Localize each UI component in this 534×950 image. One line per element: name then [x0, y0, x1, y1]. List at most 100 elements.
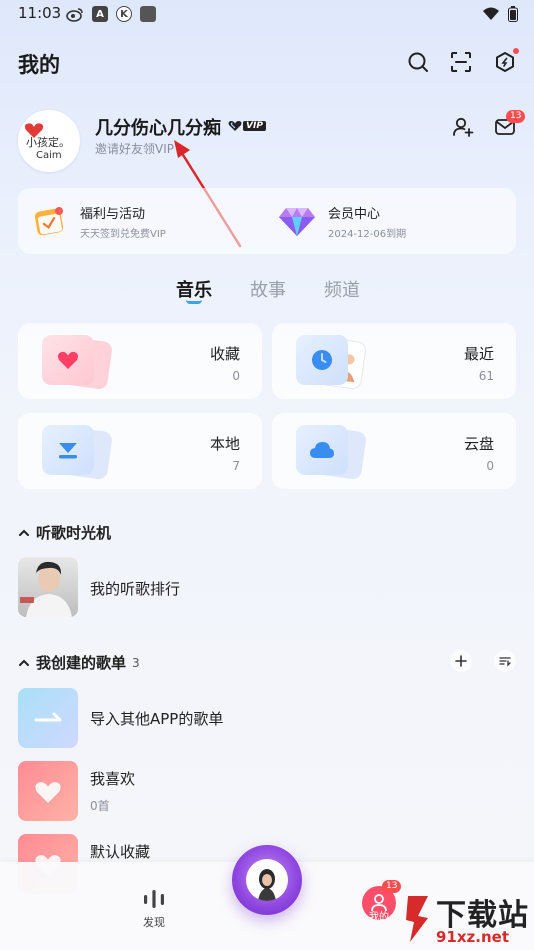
vip-expiry: 2024-12-06到期 [328, 228, 407, 240]
site-watermark: 下载站 91xz.net [400, 888, 534, 950]
cloud-card[interactable]: 云盘 0 [272, 413, 516, 489]
diamond-icon [279, 208, 315, 236]
watermark-url: 91xz.net [436, 928, 510, 946]
watermark-logo-icon [406, 896, 428, 942]
avatar-text-line1: 小孩定。 [26, 136, 70, 149]
local-label: 本地 [209, 435, 240, 453]
cloud-label: 云盘 [463, 435, 494, 453]
album-cover-icon [258, 869, 276, 901]
nav-discover[interactable]: 发现 [142, 888, 166, 930]
settings-red-dot [513, 48, 519, 54]
favorites-card[interactable]: 收藏 0 [18, 323, 262, 399]
favorites-label: 收藏 [209, 345, 240, 363]
tile-front [296, 425, 348, 475]
import-playlist-title[interactable]: 导入其他APP的歌单 [90, 708, 223, 729]
vip-center-title: 会员中心 [328, 206, 381, 222]
chevron-up-icon [19, 659, 29, 666]
weibo-icon [66, 8, 83, 22]
my-playlists-count: 3 [132, 655, 140, 670]
listening-rank-thumbnail[interactable] [18, 557, 78, 617]
clock-icon [312, 350, 332, 370]
search-icon [408, 52, 428, 72]
import-arrow-icon [34, 712, 62, 722]
nav-mine[interactable]: 我的 13 [362, 880, 402, 923]
heart-icon [57, 351, 79, 369]
favorites-count: 0 [232, 369, 240, 383]
scan-button[interactable] [449, 50, 473, 74]
cloud-icon-stack [296, 425, 368, 481]
username[interactable]: 几分伤心几分痴 [95, 114, 221, 140]
liked-playlist-thumbnail[interactable] [18, 761, 78, 821]
tab-stories[interactable]: 故事 [250, 276, 286, 302]
status-time: 11:03 [18, 4, 62, 22]
local-icon-stack [42, 425, 114, 481]
favorites-icon-stack [42, 335, 114, 391]
recent-icon-stack [296, 335, 368, 391]
my-playlists-header[interactable]: 我创建的歌单 3 [18, 652, 140, 673]
vip-label: VIP [243, 121, 266, 131]
avatar[interactable]: 小孩定。 Caim [18, 110, 80, 172]
invite-friends-link[interactable]: 邀请好友领VIP [95, 140, 174, 157]
local-count: 7 [232, 459, 240, 473]
time-machine-header[interactable]: 听歌时光机 [18, 522, 111, 543]
status-notification-icons: A K [66, 6, 156, 22]
import-playlist-thumbnail[interactable] [18, 688, 78, 748]
liked-playlist-title[interactable]: 我喜欢 [90, 768, 135, 789]
avatar-text-line2: Caim [36, 150, 62, 161]
benefits-card: 福利与活动 天天签到兑免费VIP 会员中心 2024-12-06到期 [18, 188, 516, 254]
recent-label: 最近 [463, 345, 494, 363]
calendar-gift-icon [34, 207, 64, 236]
recent-card[interactable]: 最近 61 [272, 323, 516, 399]
app-square-icon [140, 6, 156, 22]
recent-count: 61 [478, 369, 494, 383]
listening-rank-title[interactable]: 我的听歌排行 [90, 578, 180, 599]
messages-button[interactable]: 13 [493, 110, 526, 139]
cloud-icon [310, 442, 334, 458]
tile-front [296, 335, 348, 385]
nav-mine-label: 我的 [369, 912, 389, 923]
my-playlists-title: 我创建的歌单 [36, 654, 127, 672]
list-sort-icon [499, 657, 511, 667]
plus-icon [455, 655, 467, 667]
tab-active-indicator [186, 300, 202, 304]
create-playlist-button[interactable] [450, 650, 472, 672]
settings-button[interactable] [493, 48, 519, 74]
search-button[interactable] [406, 50, 430, 74]
tab-channels[interactable]: 频道 [324, 276, 360, 302]
status-bar: 11:03 A K [0, 0, 534, 30]
welfare-subtitle: 天天签到兑免费VIP [80, 228, 166, 240]
now-playing-cover [246, 859, 288, 901]
local-card[interactable]: 本地 7 [18, 413, 262, 489]
chevron-up-icon [19, 529, 29, 536]
heart-icon [35, 782, 61, 803]
nav-mine-badge: 13 [382, 880, 402, 893]
cloud-count: 0 [486, 459, 494, 473]
nav-discover-label: 发现 [143, 916, 165, 929]
time-machine-title: 听歌时光机 [36, 524, 112, 542]
scan-icon [451, 52, 471, 72]
add-friend-button[interactable] [451, 115, 475, 139]
battery-icon [508, 6, 518, 22]
now-playing-disc[interactable] [232, 845, 302, 915]
welfare-title: 福利与活动 [80, 206, 146, 222]
app-a-icon: A [92, 6, 108, 22]
app-k-icon: K [116, 6, 132, 22]
discover-bars-icon [144, 890, 164, 908]
default-collection-title[interactable]: 默认收藏 [90, 841, 150, 862]
settings-hexagon-icon [496, 52, 514, 72]
page-title: 我的 [18, 53, 60, 77]
vip-center-entry[interactable]: 会员中心 2024-12-06到期 [278, 188, 508, 254]
manage-playlists-button[interactable] [494, 650, 516, 672]
vip-heart-icon [228, 120, 242, 131]
artist-photo-icon [20, 561, 72, 617]
tile-front [42, 425, 94, 475]
messages-badge: 13 [506, 110, 526, 123]
vip-badge[interactable]: VIP [228, 120, 266, 132]
liked-playlist-count: 0首 [90, 799, 110, 813]
tile-front [42, 335, 94, 385]
welfare-activity-entry[interactable]: 福利与活动 天天签到兑免费VIP [32, 188, 262, 254]
status-system-icons [482, 6, 518, 22]
add-user-icon [453, 117, 474, 137]
wifi-icon [483, 7, 499, 20]
tab-music[interactable]: 音乐 [176, 276, 212, 302]
